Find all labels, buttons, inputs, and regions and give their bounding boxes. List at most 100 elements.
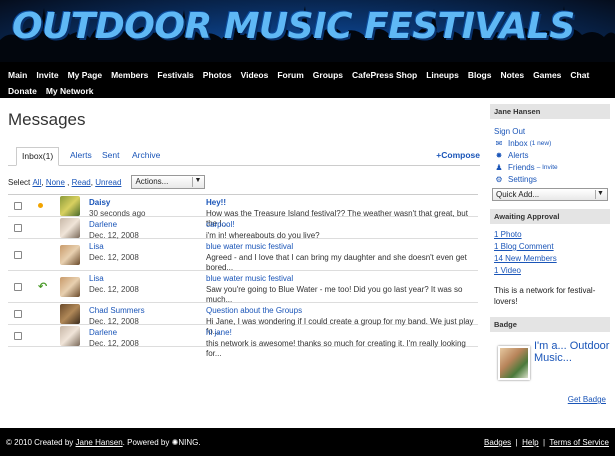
nav-item-videos[interactable]: Videos (241, 67, 269, 83)
select-none-link[interactable]: None (46, 178, 65, 187)
message-sender: Darlene Dec. 12, 2008 (89, 220, 139, 240)
nav-item-groups[interactable]: Groups (313, 67, 343, 83)
message-date: Dec. 12, 2008 (89, 285, 139, 294)
network-badge[interactable]: I'm a... Outdoor Music... Get Badge (490, 336, 610, 404)
nav-item-festivals[interactable]: Festivals (157, 67, 193, 83)
approval-item-link[interactable]: 1 Blog Comment (494, 242, 554, 251)
select-unread-link[interactable]: Unread (95, 178, 121, 187)
nav-item-members[interactable]: Members (111, 67, 148, 83)
message-body: blue water music festival Saw you're goin… (206, 274, 474, 305)
sender-link[interactable]: Chad Summers (89, 306, 145, 315)
sender-link[interactable]: Lisa (89, 242, 139, 251)
actions-select[interactable]: Actions... ▼ (131, 175, 206, 189)
sidebar-item-friends[interactable]: ♟ Friends – Invite (494, 163, 606, 172)
avatar[interactable] (60, 245, 80, 265)
sidebar-item-inbox[interactable]: ✉ Inbox (1 new) (494, 139, 606, 148)
invite-link[interactable]: – Invite (537, 164, 558, 171)
nav-item-invite[interactable]: Invite (36, 67, 58, 83)
site-banner: OUTDOOR MUSIC FESTIVALS (0, 0, 615, 62)
message-checkbox[interactable] (14, 332, 22, 340)
avatar[interactable] (60, 196, 80, 216)
tab-alerts[interactable]: Alerts (70, 150, 92, 160)
sign-out-link[interactable]: Sign Out (494, 127, 525, 136)
message-subject[interactable]: hi jane! (206, 328, 474, 337)
footer-link-help[interactable]: Help (522, 438, 538, 447)
nav-item-cafepress-shop[interactable]: CafePress Shop (352, 67, 417, 83)
message-checkbox[interactable] (14, 310, 22, 318)
avatar[interactable] (60, 277, 80, 297)
sidebar-item-alerts[interactable]: ✸ Alerts (494, 151, 606, 160)
sidebar-item-settings[interactable]: ⚙ Settings (494, 175, 606, 184)
message-row[interactable]: Daisy 30 seconds ago Hey!! How was the Trea… (8, 195, 478, 228)
message-checkbox[interactable] (14, 224, 22, 232)
inbox-new-count: (1 new) (529, 140, 552, 147)
sender-link[interactable]: Daisy (89, 198, 146, 207)
message-row[interactable]: ↶ Lisa Dec. 12, 2008 blue water music festi… (8, 271, 478, 305)
nav-item-photos[interactable]: Photos (203, 67, 232, 83)
sender-link[interactable]: Lisa (89, 274, 139, 283)
friends-link[interactable]: Friends (508, 163, 535, 172)
footer-link-terms[interactable]: Terms of Service (549, 438, 609, 447)
select-read-link[interactable]: Read (72, 178, 91, 187)
avatar[interactable] (60, 304, 80, 324)
message-subject[interactable]: Question about the Groups (206, 306, 474, 315)
approval-item-link[interactable]: 1 Video (494, 266, 521, 275)
select-bar: Select All, None , Read, Unread Actions.… (8, 174, 480, 190)
main-content: Messages Inbox(1) Alerts Sent Archive +C… (8, 98, 480, 358)
message-row[interactable]: Darlene Dec. 12, 2008 hi jane! this network… (8, 325, 478, 358)
message-snippet: this network is awesome! thanks so much … (206, 339, 466, 358)
page-title: Messages (8, 110, 86, 129)
select-all-link[interactable]: All (32, 178, 41, 187)
tab-archive[interactable]: Archive (132, 150, 160, 160)
nav-item-forum[interactable]: Forum (277, 67, 303, 83)
approval-item-link[interactable]: 1 Photo (494, 230, 522, 239)
message-row[interactable]: Darlene Dec. 12, 2008 carpool! i'm in! wher… (8, 217, 478, 240)
creator-link[interactable]: Jane Hansen (76, 438, 123, 447)
approval-list: 1 Photo 1 Blog Comment 14 New Members 1 Vid… (490, 230, 610, 275)
site-title[interactable]: OUTDOOR MUSIC FESTIVALS (12, 6, 575, 47)
nav-item-donate[interactable]: Donate (8, 83, 37, 99)
nav-row: Main Invite My Page Members Festivals Photos V… (8, 67, 607, 83)
nav-item-games[interactable]: Games (533, 67, 561, 83)
envelope-icon: ✉ (495, 139, 503, 148)
alerts-link[interactable]: Alerts (508, 151, 528, 160)
nav-item-chat[interactable]: Chat (570, 67, 589, 83)
reply-arrow-icon: ↶ (38, 281, 48, 293)
message-subject[interactable]: blue water music festival (206, 274, 474, 283)
message-subject[interactable]: blue water music festival (206, 242, 474, 251)
nav-item-my-page[interactable]: My Page (68, 67, 103, 83)
message-subject[interactable]: Hey!! (206, 198, 474, 207)
message-subject[interactable]: carpool! (206, 220, 474, 229)
approval-item-link[interactable]: 14 New Members (494, 254, 557, 263)
nav-item-my-network[interactable]: My Network (46, 83, 94, 99)
message-sender: Darlene Dec. 12, 2008 (89, 328, 139, 348)
footer-link-badges[interactable]: Badges (484, 438, 511, 447)
sender-link[interactable]: Darlene (89, 220, 139, 229)
settings-link[interactable]: Settings (508, 175, 537, 184)
avatar[interactable] (60, 326, 80, 346)
inbox-link[interactable]: Inbox (508, 139, 528, 148)
nav-item-notes[interactable]: Notes (500, 67, 524, 83)
tab-inbox[interactable]: Inbox(1) (16, 147, 60, 166)
footer: © 2010 Created by Jane Hansen. Powered b… (0, 428, 615, 456)
message-sender: Daisy 30 seconds ago (89, 198, 146, 218)
message-snippet: Agreed - and I love that I can bring my … (206, 253, 467, 272)
message-checkbox[interactable] (14, 202, 22, 210)
compose-button[interactable]: +Compose (436, 150, 480, 160)
get-badge-link[interactable]: Get Badge (568, 395, 606, 404)
message-checkbox[interactable] (14, 251, 22, 259)
sender-link[interactable]: Darlene (89, 328, 139, 337)
avatar[interactable] (60, 218, 80, 238)
user-name: Jane Hansen (490, 104, 610, 119)
nav-item-lineups[interactable]: Lineups (426, 67, 459, 83)
nav-item-blogs[interactable]: Blogs (468, 67, 492, 83)
message-row[interactable]: Lisa Dec. 12, 2008 blue water music festiv… (8, 239, 478, 272)
chevron-down-icon: ▼ (595, 190, 605, 199)
tab-sent[interactable]: Sent (102, 150, 120, 160)
quick-add-select[interactable]: Quick Add... ▼ (492, 188, 608, 201)
message-row[interactable]: Chad Summers Dec. 12, 2008 Question about … (8, 303, 478, 336)
ning-logo[interactable]: ✺NING. (172, 438, 201, 447)
message-checkbox[interactable] (14, 283, 22, 291)
nav-item-main[interactable]: Main (8, 67, 27, 83)
chevron-down-icon: ▼ (192, 177, 202, 187)
